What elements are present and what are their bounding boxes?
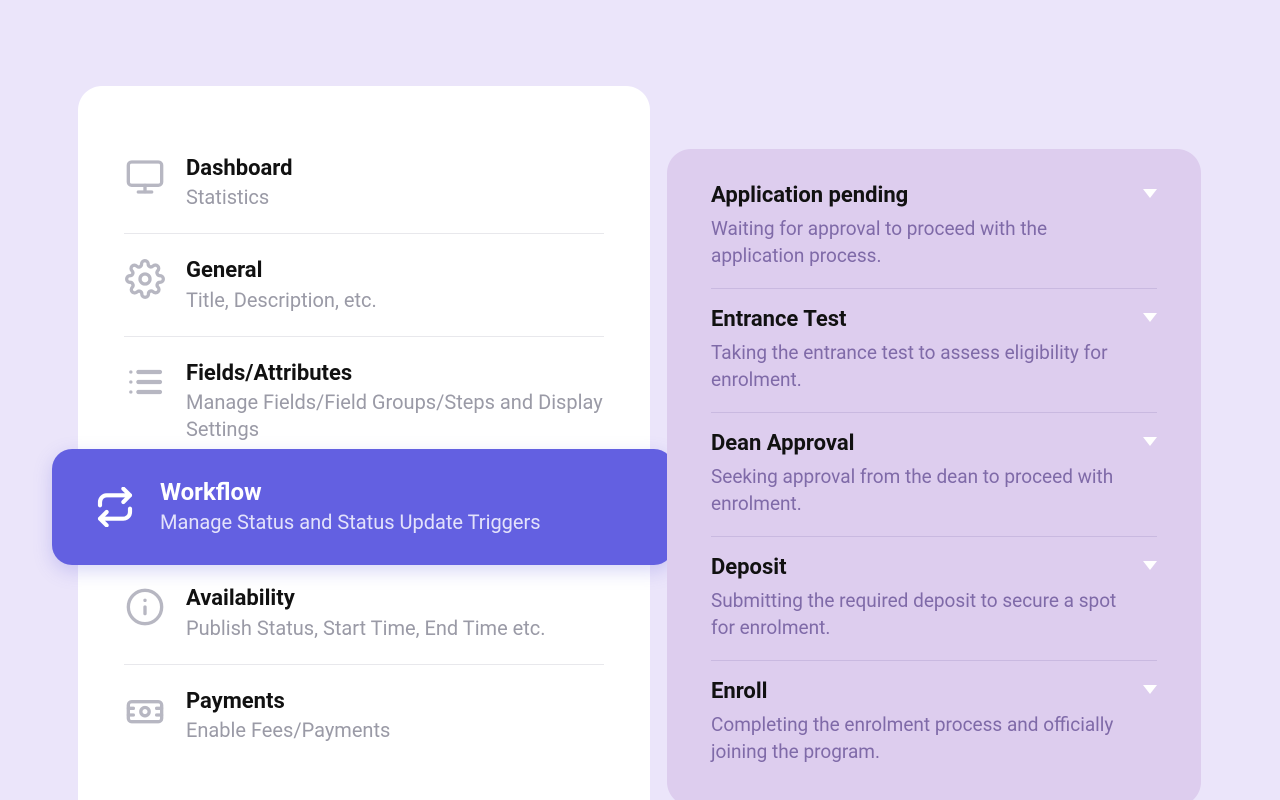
nav-text: Dashboard Statistics <box>186 156 604 211</box>
workflow-step[interactable]: Dean Approval Seeking approval from the … <box>711 413 1157 537</box>
gear-icon <box>124 258 166 300</box>
chevron-down-icon <box>1143 685 1157 694</box>
chevron-down-icon <box>1143 313 1157 322</box>
workflow-step-title: Enroll <box>711 679 1157 704</box>
nav-text: Fields/Attributes Manage Fields/Field Gr… <box>186 361 604 443</box>
sidebar-item-label: Fields/Attributes <box>186 361 604 387</box>
repeat-icon <box>94 486 136 528</box>
chevron-down-icon <box>1143 561 1157 570</box>
monitor-icon <box>124 156 166 198</box>
workflow-step-desc: Seeking approval from the dean to procee… <box>711 464 1157 518</box>
sidebar-item-fields[interactable]: Fields/Attributes Manage Fields/Field Gr… <box>124 337 604 466</box>
sidebar-item-sub: Title, Description, etc. <box>186 287 604 314</box>
list-icon <box>124 361 166 403</box>
sidebar-item-availability[interactable]: Availability Publish Status, Start Time,… <box>124 562 604 664</box>
sidebar-item-label: Payments <box>186 689 604 715</box>
nav-text: Payments Enable Fees/Payments <box>186 689 604 744</box>
info-icon <box>124 586 166 628</box>
sidebar-item-label: Availability <box>186 586 604 612</box>
cash-icon <box>124 689 166 731</box>
workflow-step-desc: Taking the entrance test to assess eligi… <box>711 340 1157 394</box>
workflow-step-desc: Waiting for approval to proceed with the… <box>711 216 1157 270</box>
chevron-down-icon <box>1143 437 1157 446</box>
nav-text: Workflow Manage Status and Status Update… <box>160 478 642 536</box>
sidebar-item-label: Dashboard <box>186 156 604 182</box>
sidebar-item-sub: Statistics <box>186 184 604 211</box>
workflow-step[interactable]: Entrance Test Taking the entrance test t… <box>711 289 1157 413</box>
workflow-step-title: Deposit <box>711 555 1157 580</box>
workflow-step[interactable]: Deposit Submitting the required deposit … <box>711 537 1157 661</box>
nav-text: Availability Publish Status, Start Time,… <box>186 586 604 641</box>
sidebar-item-label: Workflow <box>160 478 642 507</box>
workflow-step-title: Entrance Test <box>711 307 1157 332</box>
workflow-step-desc: Submitting the required deposit to secur… <box>711 588 1157 642</box>
sidebar-item-sub: Manage Fields/Field Groups/Steps and Dis… <box>186 389 604 443</box>
workflow-step[interactable]: Application pending Waiting for approval… <box>711 183 1157 289</box>
chevron-down-icon <box>1143 189 1157 198</box>
sidebar-item-sub: Enable Fees/Payments <box>186 717 604 744</box>
sidebar-item-dashboard[interactable]: Dashboard Statistics <box>124 132 604 234</box>
workflow-steps-panel: Application pending Waiting for approval… <box>667 149 1201 800</box>
sidebar-item-label: General <box>186 258 604 284</box>
settings-sidebar: Dashboard Statistics General Title, Desc… <box>78 86 650 800</box>
sidebar-item-sub: Publish Status, Start Time, End Time etc… <box>186 615 604 642</box>
workflow-step[interactable]: Enroll Completing the enrolment process … <box>711 661 1157 766</box>
sidebar-item-payments[interactable]: Payments Enable Fees/Payments <box>124 665 604 766</box>
workflow-step-title: Dean Approval <box>711 431 1157 456</box>
workflow-step-title: Application pending <box>711 183 1157 208</box>
sidebar-item-general[interactable]: General Title, Description, etc. <box>124 234 604 336</box>
workflow-step-desc: Completing the enrolment process and off… <box>711 712 1157 766</box>
sidebar-item-sub: Manage Status and Status Update Triggers <box>160 509 642 536</box>
sidebar-item-workflow[interactable]: Workflow Manage Status and Status Update… <box>52 449 674 565</box>
nav-text: General Title, Description, etc. <box>186 258 604 313</box>
